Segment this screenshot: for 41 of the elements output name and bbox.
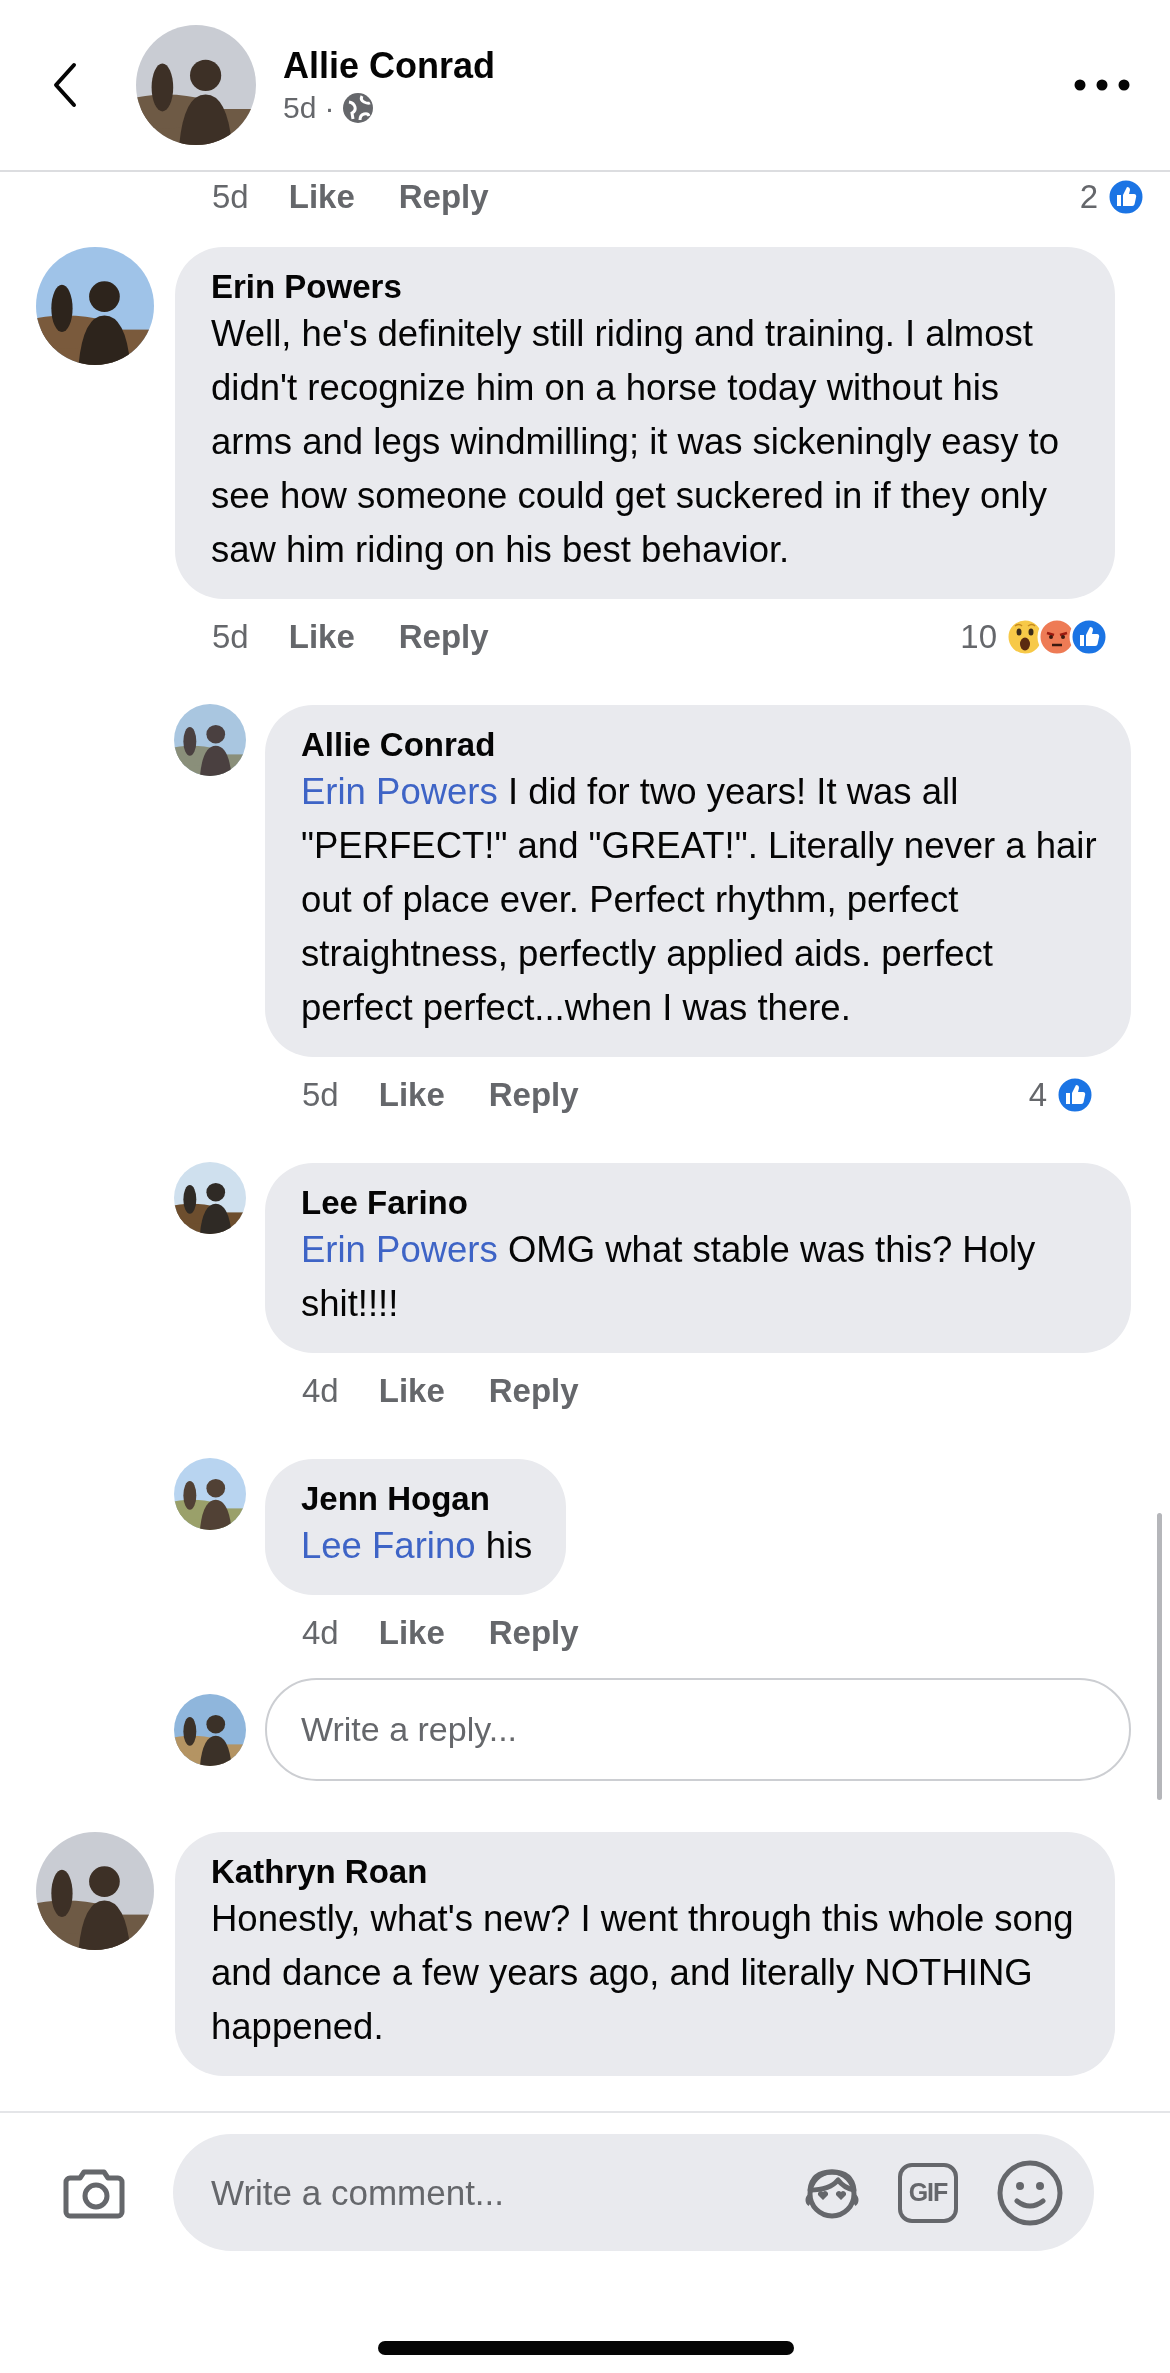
comment-text: Erin Powers I did for two years! It was all "PERFECT!" and "GREAT!". Literally never a hair out of place ever. Perfect rhythm, perfect straightness, perfectly applied aids. perfect perfect perfect...when I was there.	[301, 770, 1097, 1030]
reply-link[interactable]: Reply	[398, 178, 489, 216]
comment-time: 4d	[302, 1372, 339, 1410]
reply-link[interactable]: Reply	[488, 1372, 579, 1410]
commenter-name[interactable]: Kathryn Roan	[211, 1852, 1081, 1892]
mention-link[interactable]: Lee Farino	[301, 1525, 476, 1566]
mention-link[interactable]: Erin Powers	[301, 771, 498, 812]
comment-text: Well, he's definitely still riding and training. I almost didn't recognize him on a horse today without his arms and legs windmilling; it was sickeningly easy to see how someone could get suckered in if they only saw him riding on his best behavior.	[211, 312, 1060, 572]
comment-time: 5d	[212, 618, 249, 656]
comment-text: Lee Farino his	[301, 1524, 533, 1568]
back-icon[interactable]	[52, 61, 78, 109]
separator-dot: ·	[324, 91, 335, 125]
comment-text: Honestly, what's new? I went through this whole song and dance a few years ago, and literally NOTHING happened.	[211, 1897, 1075, 2049]
reaction-count: 10	[960, 618, 997, 656]
reply-link[interactable]: Reply	[398, 618, 489, 656]
like-link[interactable]: Like	[378, 1614, 445, 1652]
more-icon[interactable]	[1074, 79, 1130, 91]
like-link[interactable]: Like	[288, 178, 355, 216]
like-link[interactable]: Like	[378, 1076, 445, 1114]
like-link[interactable]: Like	[378, 1372, 445, 1410]
emoji-icon[interactable]	[996, 2158, 1064, 2227]
reaction-count: 2	[1079, 178, 1098, 216]
commenter-name[interactable]: Jenn Hogan	[301, 1479, 533, 1519]
reply-link[interactable]: Reply	[488, 1076, 579, 1114]
commenter-name[interactable]: Lee Farino	[301, 1183, 1097, 1223]
comment-field[interactable]: Write a comment... GIF	[173, 2134, 1094, 2251]
post-time: 5d	[283, 91, 317, 125]
comment-time: 5d	[302, 1076, 339, 1114]
comment-time: 5d	[212, 178, 249, 216]
comment-time: 4d	[302, 1614, 339, 1652]
globe-icon	[342, 92, 375, 124]
reaction-count: 4	[1028, 1076, 1047, 1114]
comment-text: Erin Powers OMG what stable was this? Holy shit!!!!	[301, 1228, 1037, 1326]
commenter-name[interactable]: Allie Conrad	[301, 725, 1097, 765]
author-name[interactable]: Allie Conrad	[283, 45, 496, 87]
commenter-name[interactable]: Erin Powers	[211, 267, 1081, 307]
gif-button[interactable]: GIF	[898, 2162, 958, 2223]
mention-link[interactable]: Erin Powers	[301, 1229, 498, 1270]
reply-field[interactable]: Write a reply...	[265, 1678, 1131, 1781]
reply-link[interactable]: Reply	[488, 1614, 579, 1652]
like-link[interactable]: Like	[288, 618, 355, 656]
